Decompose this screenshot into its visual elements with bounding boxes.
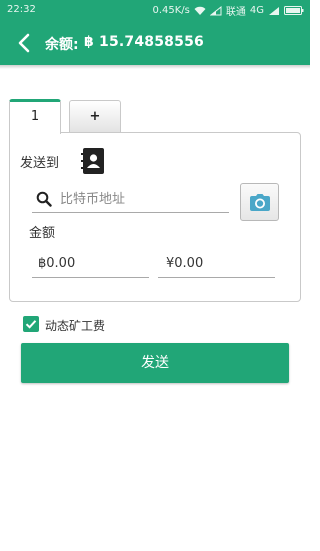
- btc-amount-underline: [32, 277, 149, 278]
- search-icon: [36, 191, 52, 207]
- tab-1-label: 1: [30, 109, 40, 124]
- cny-amount-underline: [158, 277, 275, 278]
- send-to-label: 发送到: [20, 156, 60, 171]
- network-speed: 0.45K/s: [152, 5, 190, 16]
- scan-qr-button[interactable]: [240, 183, 279, 221]
- send-button[interactable]: 发送: [21, 343, 289, 383]
- dynamic-fee-label: 动态矿工费: [45, 319, 106, 333]
- signal-bars-icon: [269, 6, 279, 15]
- balance-value: ฿ 15.74858556: [84, 34, 204, 50]
- app-bar-shadow: [0, 65, 310, 69]
- app-bar: 余额: ฿ 15.74858556: [0, 20, 310, 65]
- address-book-icon: [81, 148, 104, 174]
- wifi-icon: [194, 6, 206, 15]
- back-button[interactable]: [12, 30, 38, 56]
- address-underline: [32, 212, 229, 213]
- add-tab-label: +: [89, 109, 101, 124]
- chevron-left-icon: [18, 33, 30, 53]
- dynamic-fee-checkbox[interactable]: [23, 316, 39, 332]
- cny-amount-input[interactable]: ¥0.00: [166, 256, 203, 278]
- balance-label: 余额:: [45, 37, 79, 53]
- status-bar: 22:32 0.45K/s 联通 4G: [0, 0, 310, 20]
- signal-icon: [209, 5, 222, 15]
- carrier-name: 联通: [225, 7, 246, 18]
- camera-icon: [250, 194, 270, 211]
- status-time: 22:32: [7, 4, 36, 15]
- address-input[interactable]: [60, 188, 228, 210]
- network-type: 4G: [249, 5, 264, 16]
- contacts-button[interactable]: [80, 147, 106, 175]
- btc-amount-input[interactable]: ฿0.00: [38, 256, 75, 278]
- battery-icon: [284, 6, 304, 15]
- amount-label: 金额: [29, 226, 56, 241]
- tab-1[interactable]: 1: [9, 99, 61, 134]
- add-tab-button[interactable]: +: [69, 100, 121, 132]
- checkmark-icon: [25, 320, 37, 329]
